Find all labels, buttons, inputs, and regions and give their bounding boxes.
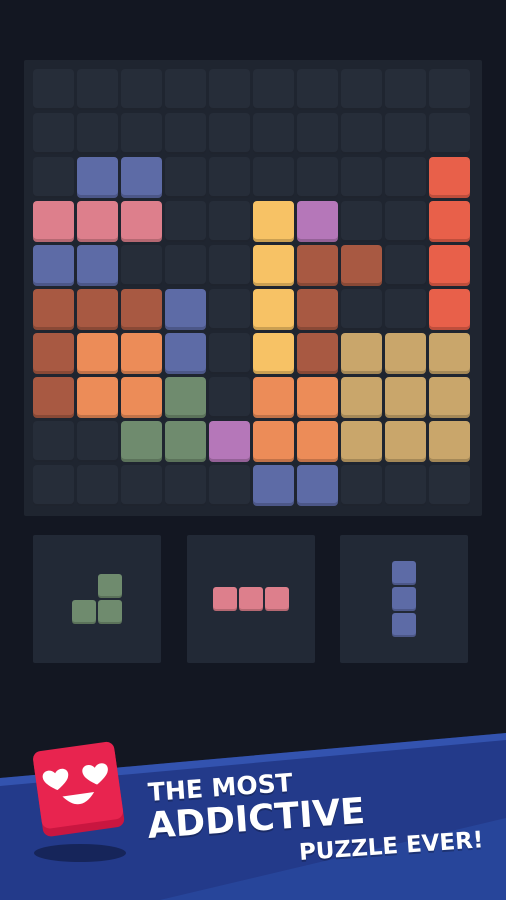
promo-banner xyxy=(0,733,506,900)
heart-eyes-cube-icon xyxy=(33,741,125,837)
mascot-shadow xyxy=(34,844,126,862)
